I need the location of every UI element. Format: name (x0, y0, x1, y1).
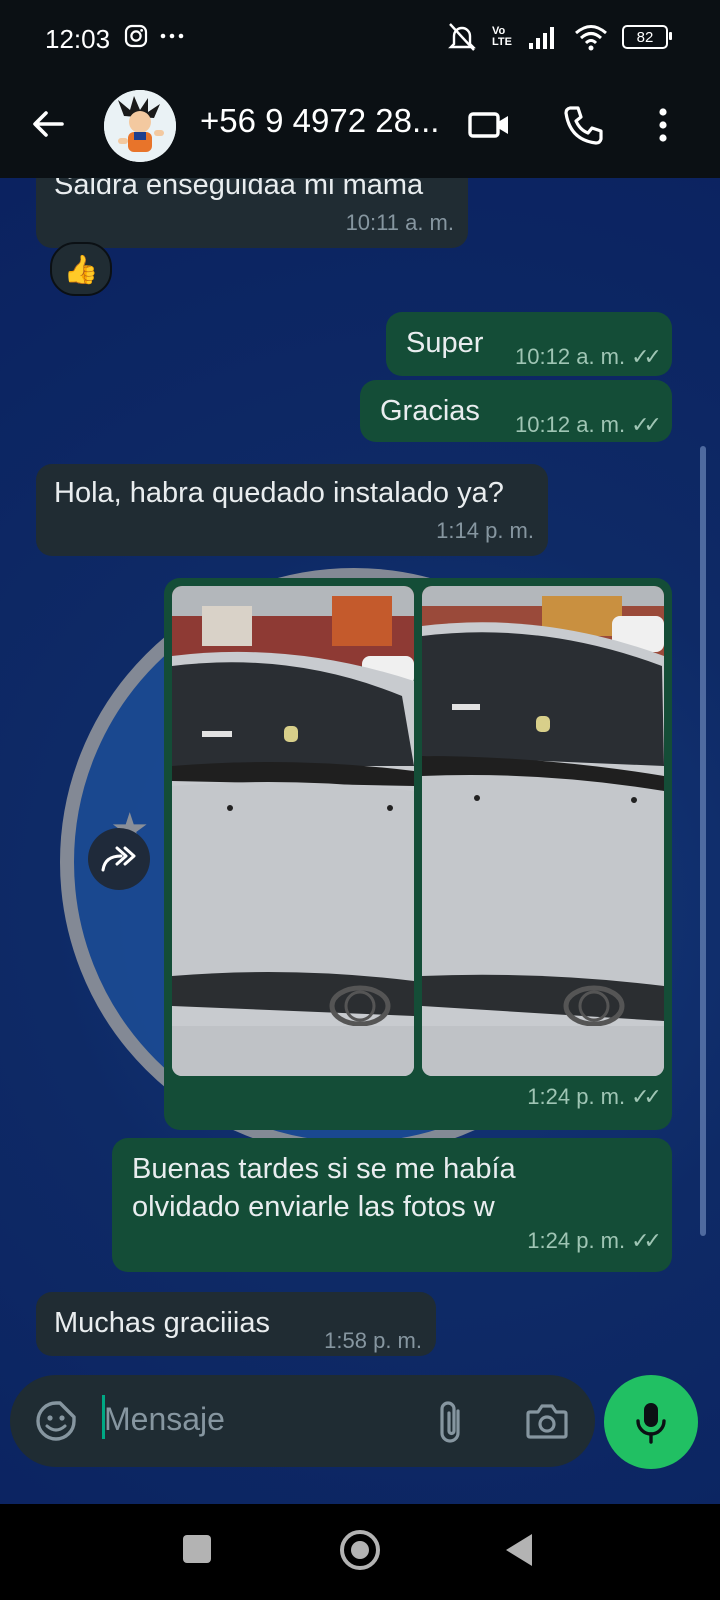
mute-icon (448, 23, 476, 51)
message-text: Super (406, 327, 484, 359)
back-nav-icon[interactable] (502, 1532, 536, 1568)
chat-scrollbar[interactable] (700, 446, 706, 1236)
message-input[interactable]: Mensaje (104, 1401, 225, 1438)
home-dot-icon (351, 1541, 369, 1559)
signal-icon (529, 27, 554, 49)
read-ticks-icon: ✓✓ (631, 1084, 662, 1109)
status-bar: 12:03 Vo LTE 82 (0, 0, 720, 78)
message-text: Hola, habra quedado instalado ya? (54, 477, 504, 509)
instagram-icon (124, 24, 148, 48)
status-time: 12:03 (45, 24, 111, 54)
mic-icon (636, 1403, 666, 1444)
video-call-icon[interactable] (466, 102, 512, 148)
chat-header: +56 9 4972 28... (0, 78, 720, 178)
message-incoming[interactable]: Muchas graciiias 1:58 p. m. (36, 1292, 436, 1356)
message-text: Buenas tardes si se me había olvidado en… (132, 1153, 516, 1223)
photo-thumbnail[interactable] (422, 586, 664, 1076)
message-incoming[interactable]: Saldra enseguidaa mi mama 10:11 a. m. (36, 178, 468, 248)
message-text: Muchas graciiias (54, 1307, 270, 1339)
message-time: 1:24 p. m. (527, 1228, 626, 1253)
battery-icon: 82 (622, 25, 672, 49)
menu-icon[interactable] (640, 102, 686, 148)
back-arrow-icon[interactable] (28, 104, 68, 144)
photo-thumbnail[interactable] (172, 586, 414, 1076)
contact-name[interactable]: +56 9 4972 28... (200, 102, 439, 140)
message-time: 10:11 a. m. (345, 210, 454, 235)
message-time: 1:58 p. m. (324, 1328, 422, 1353)
message-text: Saldra enseguidaa mi mama (54, 178, 424, 201)
avatar-image (104, 90, 176, 162)
message-composer[interactable]: Mensaje (10, 1375, 595, 1467)
message-time: 1:24 p. m. (527, 1084, 626, 1109)
message-time: 10:12 a. m. (515, 344, 626, 369)
wifi-icon (575, 25, 607, 51)
message-time: 1:14 p. m. (436, 518, 534, 543)
message-text: Gracias (380, 395, 480, 427)
photo-message[interactable]: 1:24 p. m. ✓✓ (164, 578, 672, 1130)
chat-area[interactable]: ★ Saldra enseguidaa mi mama 10:11 a. m. … (0, 178, 720, 1504)
battery-level: 82 (636, 28, 654, 46)
voice-call-icon[interactable] (560, 102, 606, 148)
camera-icon[interactable] (524, 1399, 570, 1443)
message-incoming[interactable]: Hola, habra quedado instalado ya? 1:14 p… (36, 464, 548, 556)
message-outgoing[interactable]: Buenas tardes si se me había olvidado en… (112, 1138, 672, 1272)
message-outgoing[interactable]: Super 10:12 a. m. ✓✓ (386, 312, 672, 376)
home-button[interactable] (340, 1530, 380, 1570)
forward-icon[interactable] (88, 828, 150, 890)
mic-button[interactable] (604, 1375, 698, 1469)
read-ticks-icon: ✓✓ (631, 412, 662, 437)
sticker-icon[interactable] (34, 1399, 78, 1443)
more-dots-icon (160, 33, 184, 39)
contact-avatar[interactable] (104, 90, 176, 162)
reaction-emoji: 👍 (63, 253, 99, 285)
system-nav-bar (0, 1504, 720, 1600)
volte-icon: Vo LTE (492, 25, 512, 48)
recents-button[interactable] (183, 1535, 211, 1563)
attach-icon[interactable] (432, 1399, 472, 1445)
read-ticks-icon: ✓✓ (631, 344, 662, 369)
reaction-thumbs-up-icon[interactable]: 👍 (50, 242, 112, 296)
read-ticks-icon: ✓✓ (631, 1228, 662, 1253)
message-time: 10:12 a. m. (515, 412, 626, 437)
message-outgoing[interactable]: Gracias 10:12 a. m. ✓✓ (360, 380, 672, 442)
